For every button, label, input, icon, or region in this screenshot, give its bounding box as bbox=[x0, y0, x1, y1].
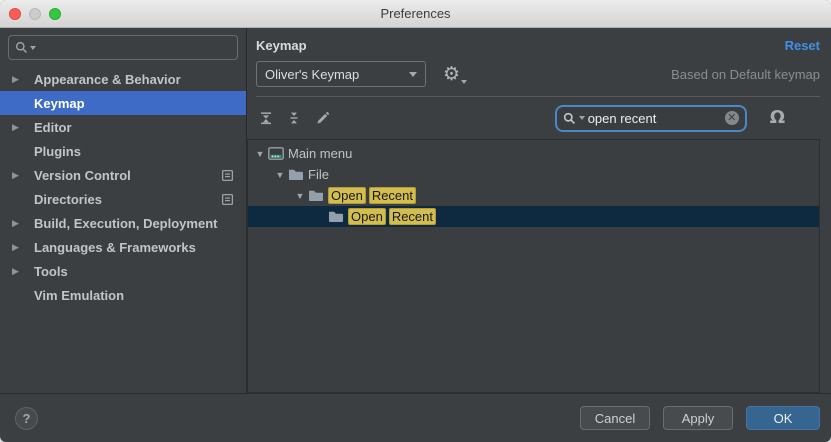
based-on-label: Based on Default keymap bbox=[671, 67, 820, 82]
settings-category-list: ▶Appearance & BehaviorKeymap▶EditorPlugi… bbox=[0, 67, 246, 393]
expanded-arrow-icon[interactable]: ▼ bbox=[252, 149, 268, 159]
sidebar-item-languages-frameworks[interactable]: ▶Languages & Frameworks bbox=[0, 235, 246, 259]
collapsed-arrow-icon[interactable]: ▶ bbox=[12, 122, 34, 133]
footer-buttons: Cancel Apply OK bbox=[580, 406, 820, 430]
ok-button[interactable]: OK bbox=[746, 406, 820, 430]
sidebar-item-label: Appearance & Behavior bbox=[34, 72, 181, 87]
sidebar-item-label: Version Control bbox=[34, 168, 131, 183]
sidebar-search-input[interactable] bbox=[38, 40, 231, 55]
edit-pencil-icon[interactable] bbox=[313, 109, 331, 127]
settings-sidebar: ▶Appearance & BehaviorKeymap▶EditorPlugi… bbox=[0, 28, 247, 393]
titlebar: Preferences bbox=[0, 0, 831, 28]
action-filter-input[interactable] bbox=[588, 111, 722, 126]
collapsed-arrow-icon[interactable]: ▶ bbox=[12, 74, 34, 85]
reset-link[interactable]: Reset bbox=[785, 38, 820, 53]
sidebar-item-version-control[interactable]: ▶Version Control bbox=[0, 163, 246, 187]
close-window-button[interactable] bbox=[9, 8, 21, 20]
sidebar-item-build-execution-deployment[interactable]: ▶Build, Execution, Deployment bbox=[0, 211, 246, 235]
sidebar-item-label: Keymap bbox=[34, 96, 85, 111]
tree-row-open-recent[interactable]: OpenRecent bbox=[248, 206, 819, 227]
sidebar-item-appearance-behavior[interactable]: ▶Appearance & Behavior bbox=[0, 67, 246, 91]
collapsed-arrow-icon[interactable]: ▶ bbox=[12, 170, 34, 181]
tree-row-label: Main menu bbox=[288, 146, 352, 161]
project-settings-icon bbox=[221, 193, 234, 206]
find-by-shortcut-icon[interactable]: Ω bbox=[770, 109, 785, 127]
sidebar-item-editor[interactable]: ▶Editor bbox=[0, 115, 246, 139]
sidebar-item-label: Tools bbox=[34, 264, 68, 279]
project-settings-icon bbox=[221, 169, 234, 182]
folder-icon bbox=[288, 168, 308, 181]
match-highlight: Recent bbox=[369, 187, 416, 204]
match-highlight: Open bbox=[328, 187, 366, 204]
search-options-caret-icon[interactable] bbox=[30, 46, 36, 50]
collapsed-arrow-icon[interactable]: ▶ bbox=[12, 218, 34, 229]
sidebar-item-label: Plugins bbox=[34, 144, 81, 159]
expand-all-icon[interactable] bbox=[257, 109, 275, 127]
sidebar-item-label: Languages & Frameworks bbox=[34, 240, 196, 255]
match-highlight: Recent bbox=[389, 208, 436, 225]
expanded-arrow-icon[interactable]: ▼ bbox=[292, 191, 308, 201]
cancel-button[interactable]: Cancel bbox=[580, 406, 650, 430]
sidebar-item-keymap[interactable]: Keymap bbox=[0, 91, 246, 115]
sidebar-item-vim-emulation[interactable]: Vim Emulation bbox=[0, 283, 246, 307]
zoom-window-button[interactable] bbox=[49, 8, 61, 20]
sidebar-item-label: Editor bbox=[34, 120, 72, 135]
actions-tree: ▼Main menu▼File▼OpenRecentOpenRecent bbox=[247, 139, 820, 393]
apply-button[interactable]: Apply bbox=[663, 406, 733, 430]
search-icon bbox=[15, 41, 28, 54]
keymap-toolbar: ✕ Ω bbox=[247, 97, 831, 139]
sidebar-item-label: Directories bbox=[34, 192, 102, 207]
sidebar-item-plugins[interactable]: Plugins bbox=[0, 139, 246, 163]
folder-icon bbox=[308, 189, 328, 202]
gear-caret-icon bbox=[461, 80, 467, 84]
traffic-lights bbox=[9, 8, 61, 20]
page-title: Keymap bbox=[256, 38, 307, 53]
sidebar-search-field[interactable] bbox=[8, 35, 238, 60]
window-title: Preferences bbox=[380, 6, 450, 21]
sidebar-item-directories[interactable]: Directories bbox=[0, 187, 246, 211]
gear-icon[interactable]: ⚙ bbox=[443, 65, 460, 84]
minimize-window-button[interactable] bbox=[29, 8, 41, 20]
sidebar-item-label: Vim Emulation bbox=[34, 288, 124, 303]
keymap-header: Keymap Reset Oliver's Keymap ⚙ Based on … bbox=[247, 28, 831, 97]
tree-row-main-menu[interactable]: ▼ Main menu bbox=[248, 143, 819, 164]
clear-search-icon[interactable]: ✕ bbox=[725, 111, 739, 125]
search-icon bbox=[563, 112, 576, 125]
collapsed-arrow-icon[interactable]: ▶ bbox=[12, 266, 34, 277]
match-highlight: Open bbox=[348, 208, 386, 225]
tree-row-label: File bbox=[308, 167, 329, 182]
preferences-window: Preferences ▶Appearance & BehaviorKeymap… bbox=[0, 0, 831, 442]
main-menu-icon bbox=[268, 147, 288, 160]
collapse-all-icon[interactable] bbox=[285, 109, 303, 127]
search-options-caret-icon[interactable] bbox=[579, 116, 585, 120]
action-filter-field[interactable]: ✕ bbox=[555, 105, 747, 132]
app-body: ▶Appearance & BehaviorKeymap▶EditorPlugi… bbox=[0, 28, 831, 393]
keymap-pane: Keymap Reset Oliver's Keymap ⚙ Based on … bbox=[247, 28, 831, 393]
folder-icon bbox=[328, 210, 348, 223]
sidebar-item-label: Build, Execution, Deployment bbox=[34, 216, 217, 231]
keymap-selector-value: Oliver's Keymap bbox=[265, 67, 359, 82]
help-button[interactable]: ? bbox=[15, 407, 38, 430]
keymap-selector-dropdown[interactable]: Oliver's Keymap bbox=[256, 61, 426, 87]
collapsed-arrow-icon[interactable]: ▶ bbox=[12, 242, 34, 253]
dialog-footer: ? Cancel Apply OK bbox=[0, 393, 831, 442]
tree-row-file[interactable]: ▼ File bbox=[248, 164, 819, 185]
tree-row-open-recent[interactable]: ▼ OpenRecent bbox=[248, 185, 819, 206]
sidebar-item-tools[interactable]: ▶Tools bbox=[0, 259, 246, 283]
chevron-down-icon bbox=[409, 72, 417, 77]
expanded-arrow-icon[interactable]: ▼ bbox=[272, 170, 288, 180]
